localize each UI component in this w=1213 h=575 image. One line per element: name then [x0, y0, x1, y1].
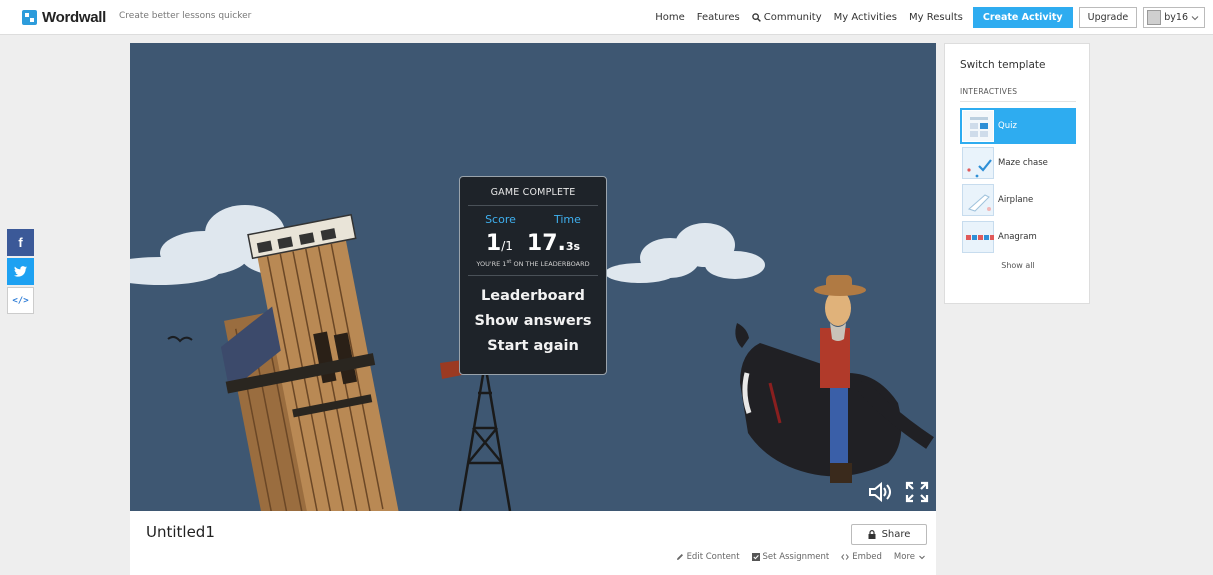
- set-assignment-link[interactable]: Set Assignment: [751, 552, 830, 562]
- set-assignment-label: Set Assignment: [762, 552, 830, 562]
- activity-title: Untitled1: [146, 523, 215, 541]
- time-decimal: 3s: [565, 240, 581, 253]
- share-button[interactable]: Share: [851, 524, 927, 545]
- time-value: 17.3s: [526, 231, 581, 256]
- airplane-thumbnail-icon: [962, 184, 994, 216]
- twitter-share-button[interactable]: [7, 258, 34, 285]
- facebook-icon: f: [18, 235, 23, 250]
- pencil-icon: [676, 554, 683, 560]
- edit-content-link[interactable]: Edit Content: [676, 552, 740, 562]
- template-label: Quiz: [998, 121, 1017, 131]
- share-button-label: Share: [881, 529, 911, 540]
- edit-content-label: Edit Content: [686, 552, 740, 562]
- switch-template-title: Switch template: [960, 59, 1046, 71]
- score-total: /1: [501, 239, 513, 253]
- main-nav: Home Features Community My Activities My…: [655, 0, 1213, 35]
- logo-text: Wordwall: [42, 9, 106, 26]
- embed-label: Embed: [852, 552, 882, 562]
- tagline: Create better lessons quicker: [119, 11, 252, 21]
- chevron-down-icon: [1191, 15, 1199, 20]
- nav-my-results[interactable]: My Results: [909, 12, 963, 23]
- quiz-thumbnail-icon: [962, 110, 994, 142]
- chevron-down-icon: [919, 555, 925, 560]
- template-item-anagram[interactable]: Anagram: [960, 219, 1076, 255]
- template-label: Maze chase: [998, 158, 1048, 168]
- template-label: Airplane: [998, 195, 1034, 205]
- activity-actions: Edit Content Set Assignment Embed More: [676, 552, 926, 562]
- sound-icon[interactable]: [867, 480, 893, 504]
- template-item-quiz[interactable]: Quiz: [960, 108, 1076, 144]
- twitter-icon: [14, 266, 27, 277]
- embed-link[interactable]: Embed: [841, 552, 882, 562]
- score-label: Score: [485, 213, 516, 226]
- show-answers-button[interactable]: Show answers: [460, 313, 606, 329]
- panel-divider-2: [468, 275, 598, 277]
- wordwall-logo-icon: [22, 10, 37, 25]
- search-icon: [751, 13, 761, 22]
- code-icon: [841, 554, 850, 560]
- template-label: Anagram: [998, 232, 1037, 242]
- lock-icon: [868, 530, 876, 539]
- user-menu[interactable]: by16: [1143, 7, 1205, 28]
- maze-chase-thumbnail-icon: [962, 147, 994, 179]
- nav-features[interactable]: Features: [697, 12, 740, 23]
- panel-title: GAME COMPLETE: [490, 187, 576, 198]
- code-icon: </>: [12, 295, 29, 306]
- username: by16: [1164, 12, 1188, 23]
- wordwall-logo[interactable]: Wordwall: [22, 9, 106, 26]
- template-divider: [960, 101, 1076, 102]
- time-label: Time: [554, 213, 581, 226]
- template-item-maze-chase[interactable]: Maze chase: [960, 145, 1076, 181]
- checkbox-icon: [751, 553, 760, 561]
- more-label: More: [893, 552, 915, 562]
- game-complete-panel: GAME COMPLETE Score Time 1/1 17.3s YOU'R…: [459, 176, 607, 375]
- embed-share-button[interactable]: </>: [7, 287, 34, 314]
- nav-home[interactable]: Home: [655, 12, 685, 23]
- show-all-templates-link[interactable]: Show all: [960, 261, 1076, 270]
- template-category: INTERACTIVES: [960, 87, 1018, 96]
- user-avatar-icon: [1147, 10, 1162, 25]
- top-navigation-bar: Wordwall Create better lessons quicker H…: [0, 0, 1213, 35]
- switch-template-panel: Switch template INTERACTIVES Quiz Maze c…: [944, 43, 1090, 304]
- panel-divider: [468, 205, 598, 206]
- score-value: 1/1: [485, 231, 513, 256]
- game-stage[interactable]: GAME COMPLETE Score Time 1/1 17.3s YOU'R…: [130, 43, 936, 511]
- anagram-thumbnail-icon: [962, 221, 994, 253]
- create-activity-button[interactable]: Create Activity: [972, 7, 1073, 28]
- nav-community-label: Community: [763, 12, 822, 23]
- nav-my-activities[interactable]: My Activities: [834, 12, 897, 23]
- more-menu[interactable]: More: [894, 552, 926, 562]
- nav-community[interactable]: Community: [751, 12, 822, 23]
- start-again-button[interactable]: Start again: [460, 338, 606, 354]
- activity-info-bar: Untitled1 Share Edit Content Set Assignm…: [130, 511, 936, 575]
- fullscreen-icon[interactable]: [904, 480, 930, 504]
- template-item-airplane[interactable]: Airplane: [960, 182, 1076, 218]
- leaderboard-button[interactable]: Leaderboard: [460, 288, 606, 304]
- leaderboard-rank-text: YOU'RE 1st ON THE LEADERBOARD: [476, 259, 590, 269]
- upgrade-button[interactable]: Upgrade: [1078, 7, 1138, 28]
- facebook-share-button[interactable]: f: [7, 229, 34, 256]
